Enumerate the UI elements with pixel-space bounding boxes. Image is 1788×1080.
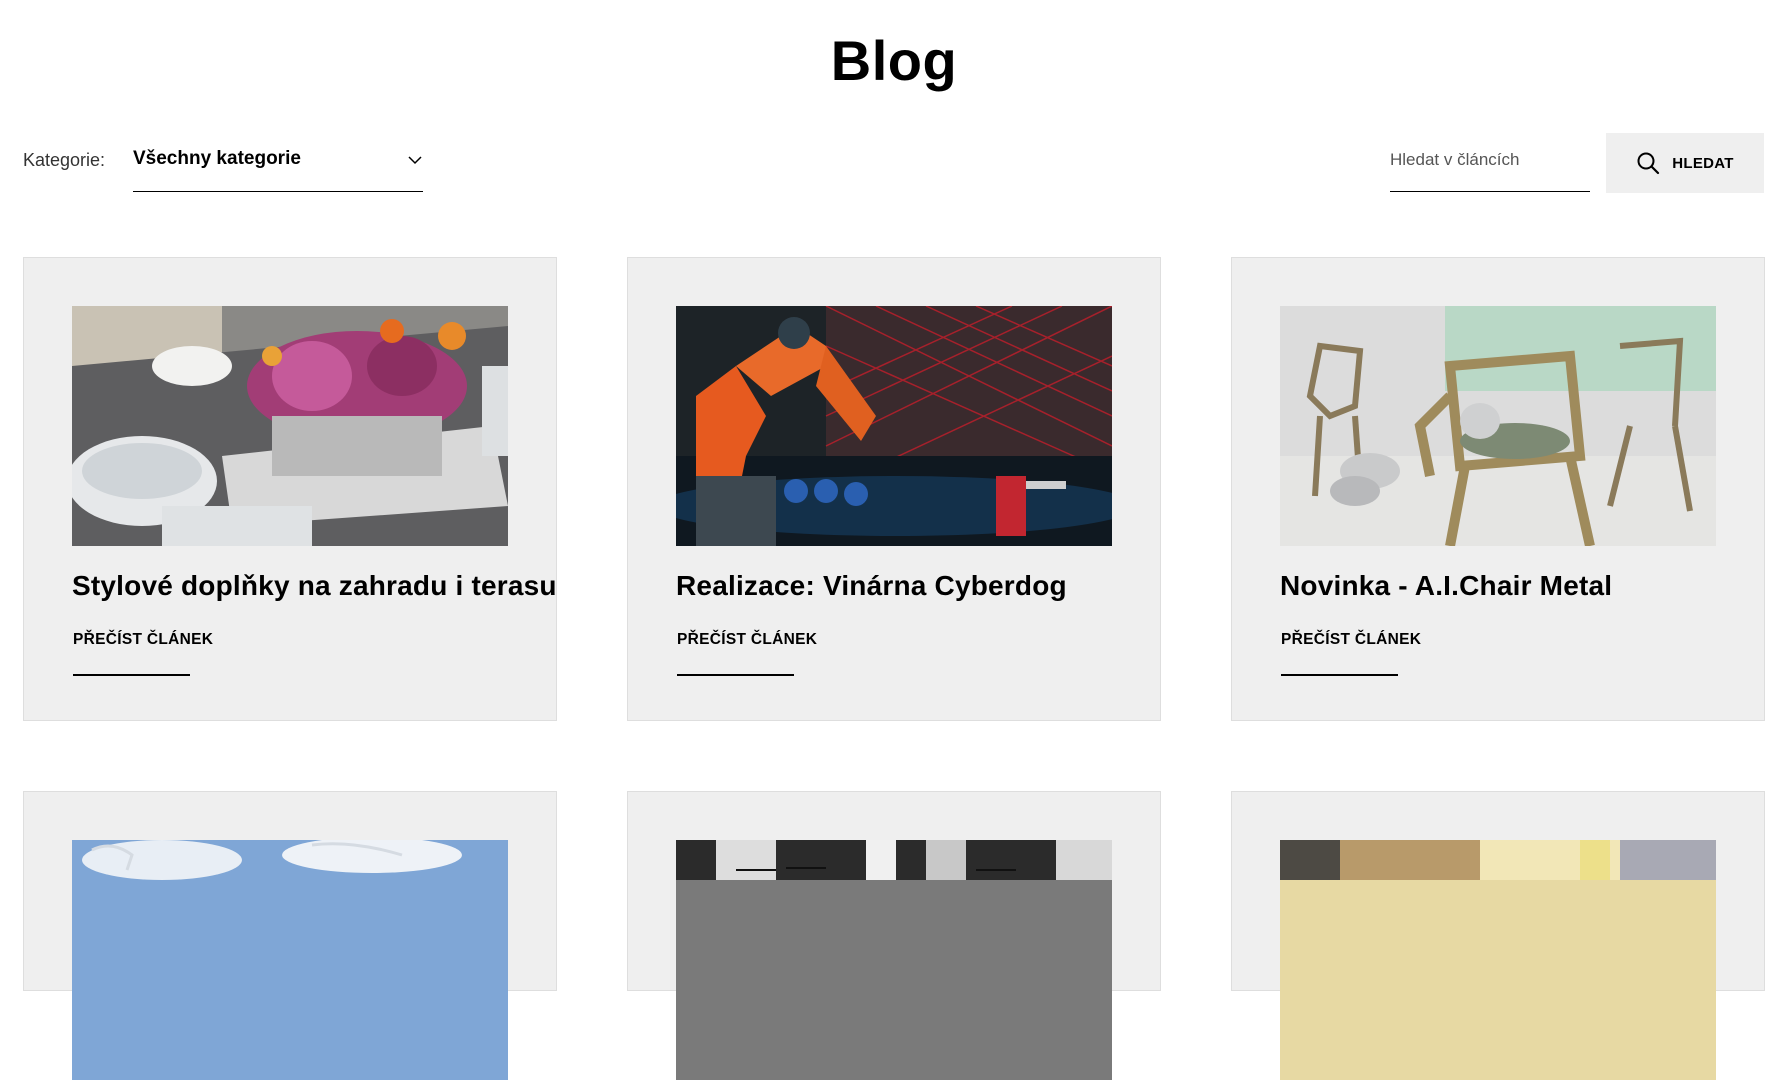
- search-button[interactable]: HLEDAT: [1606, 133, 1764, 193]
- search-input[interactable]: [1390, 140, 1590, 180]
- article-card[interactable]: [23, 791, 557, 1080]
- chevron-down-icon: [408, 156, 422, 165]
- link-underline: [677, 674, 794, 676]
- article-image[interactable]: [72, 306, 508, 546]
- category-select[interactable]: Všechny kategorie: [133, 140, 423, 192]
- read-article-link[interactable]: PŘEČÍST ČLÁNEK: [73, 631, 213, 649]
- article-title[interactable]: Novinka - A.I.Chair Metal: [1280, 570, 1612, 602]
- search-icon: [1637, 152, 1660, 175]
- read-article-link[interactable]: PŘEČÍST ČLÁNEK: [1281, 631, 1421, 649]
- article-title[interactable]: Realizace: Vinárna Cyberdog: [676, 570, 1067, 602]
- article-card[interactable]: Realizace: Vinárna Cyberdog PŘEČÍST ČLÁN…: [627, 257, 1161, 721]
- link-underline: [1281, 674, 1398, 676]
- article-card[interactable]: Stylové doplňky na zahradu i terasu PŘEČ…: [23, 257, 557, 721]
- category-filter-label: Kategorie:: [23, 150, 106, 170]
- article-title[interactable]: Stylové doplňky na zahradu i terasu: [72, 570, 557, 602]
- page-title: Blog: [830, 29, 958, 92]
- link-underline: [73, 674, 190, 676]
- article-card[interactable]: [627, 791, 1161, 1080]
- search-button-label: HLEDAT: [1672, 154, 1734, 172]
- article-card[interactable]: [1231, 791, 1765, 1080]
- article-image[interactable]: [676, 306, 1112, 546]
- article-image[interactable]: [72, 840, 508, 1080]
- article-image[interactable]: [1280, 840, 1716, 1080]
- article-image[interactable]: [676, 840, 1112, 1080]
- read-article-link[interactable]: PŘEČÍST ČLÁNEK: [677, 631, 817, 649]
- article-image[interactable]: [1280, 306, 1716, 546]
- article-card[interactable]: Novinka - A.I.Chair Metal PŘEČÍST ČLÁNEK: [1231, 257, 1765, 721]
- category-select-value: Všechny kategorie: [133, 148, 301, 169]
- search-field: [1390, 140, 1590, 192]
